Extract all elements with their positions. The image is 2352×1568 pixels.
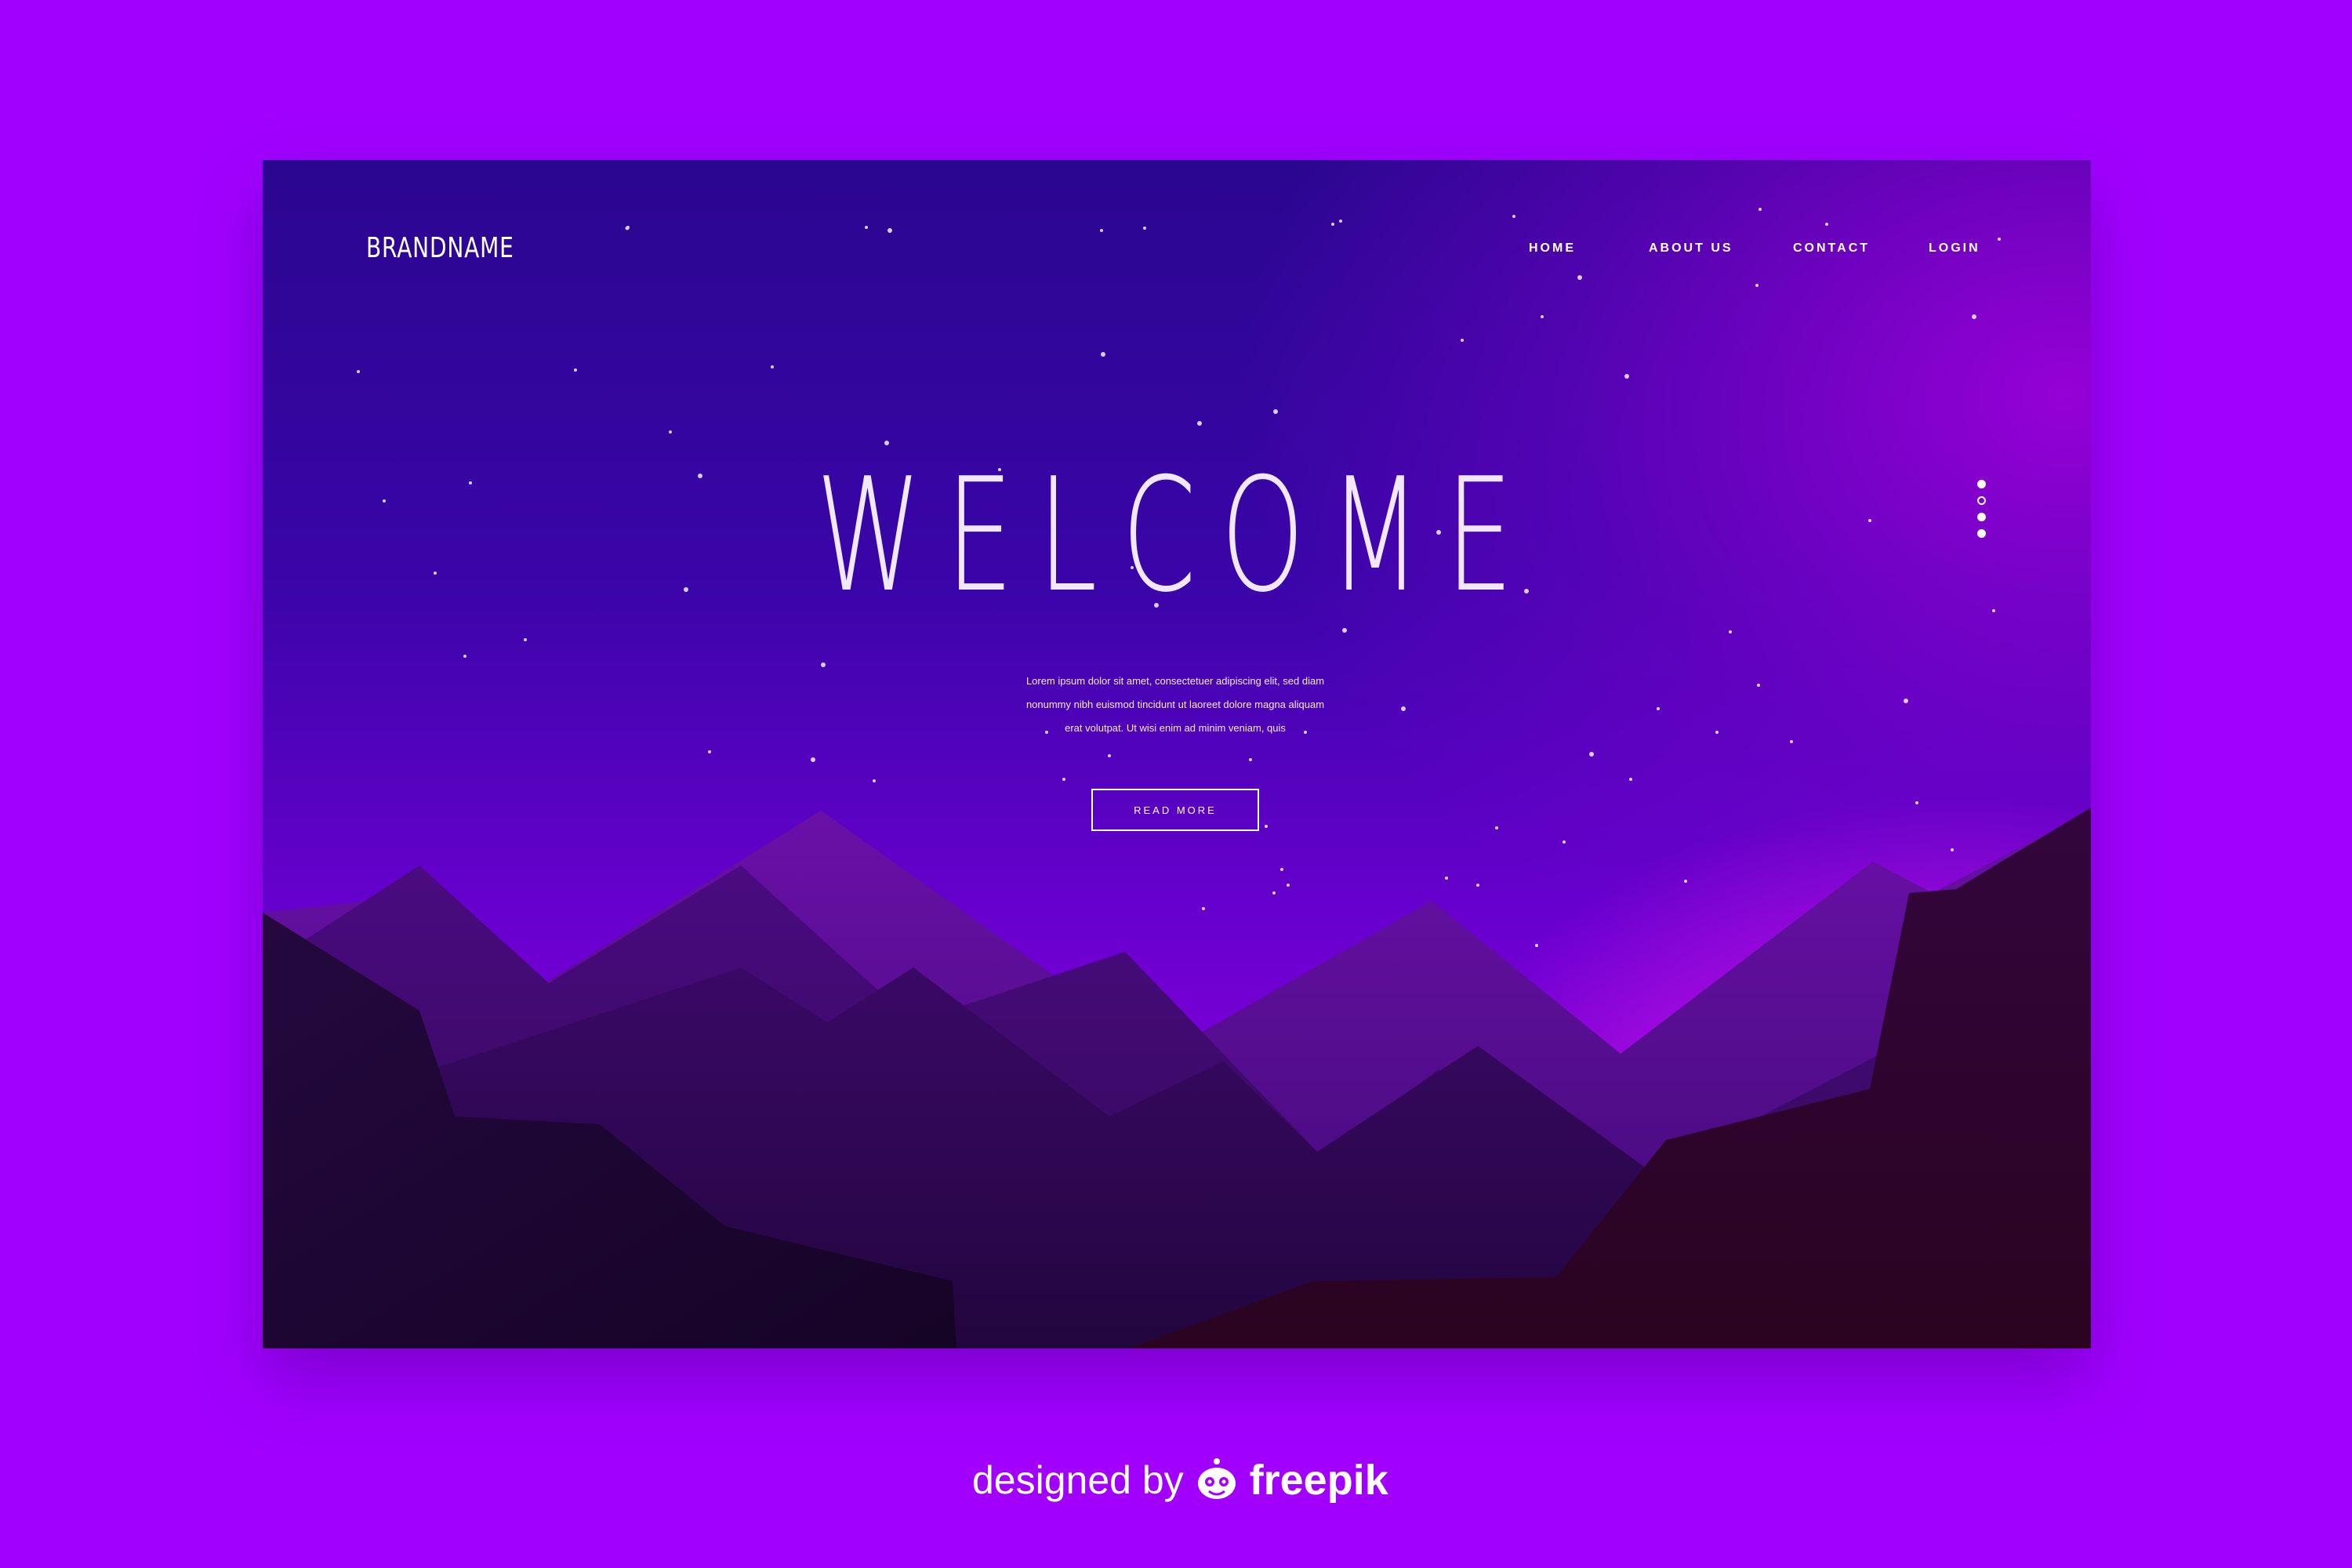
nav-about-us[interactable]: ABOUT US (1649, 241, 1733, 256)
hero-description: Lorem ipsum dolor sit amet, consectetuer… (901, 670, 1450, 740)
nav-contact[interactable]: CONTACT (1793, 241, 1870, 256)
slider-dot[interactable] (1977, 480, 1986, 488)
nav-login[interactable]: LOGIN (1929, 241, 1980, 256)
night-mountain-background (263, 208, 2091, 1348)
freepik-logo-icon (1197, 1458, 1236, 1499)
slider-dot[interactable] (1977, 513, 1986, 521)
hero-description-line: erat volutpat. Ut wisi enim ad minim ven… (1065, 722, 1286, 734)
slider-dot-active[interactable] (1977, 496, 1986, 505)
credit-brand[interactable]: freepik (1250, 1456, 1388, 1504)
read-more-button[interactable]: READ MORE (1091, 789, 1259, 831)
landing-page-frame: BRANDNAME HOME ABOUT US CONTACT LOGIN WE… (263, 160, 2091, 1348)
hero-title: WELCOME (815, 445, 1538, 627)
slider-dots (1977, 480, 1987, 543)
nav-home[interactable]: HOME (1529, 241, 1576, 256)
hero-description-line: Lorem ipsum dolor sit amet, consectetuer… (1025, 675, 1325, 687)
designer-credit: designed by freepik (972, 1449, 1388, 1512)
credit-prefix: designed by (972, 1458, 1184, 1502)
main-nav: HOME ABOUT US CONTACT LOGIN (263, 241, 2091, 265)
hero-description-line: nonummy nibh euismod tincidunt ut laoree… (1025, 699, 1325, 710)
slider-dot[interactable] (1977, 529, 1986, 538)
